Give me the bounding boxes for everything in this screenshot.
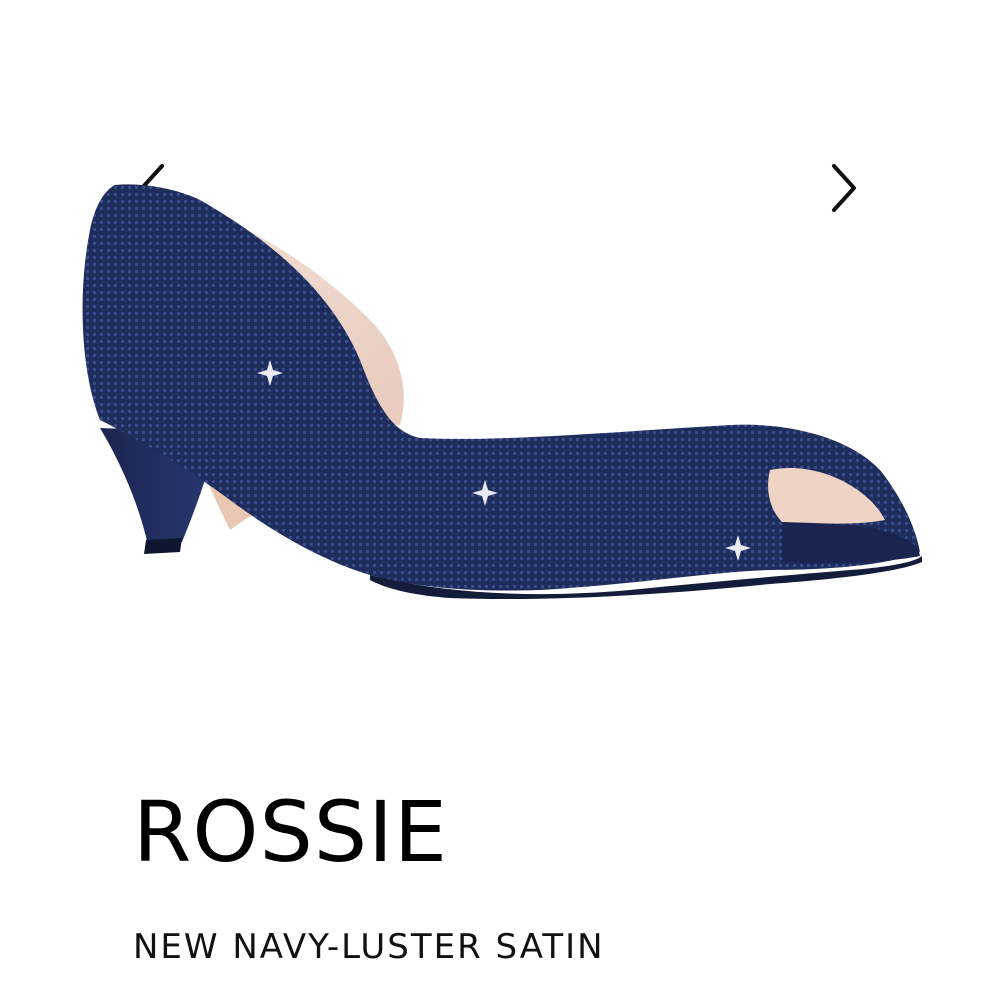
product-name: ROSSIE bbox=[133, 783, 448, 881]
product-color-label: NEW NAVY-LUSTER SATIN bbox=[133, 927, 605, 967]
product-page: ROSSIE NEW NAVY-LUSTER SATIN bbox=[0, 0, 1000, 1000]
product-image bbox=[82, 184, 922, 600]
product-image-gallery bbox=[0, 0, 1000, 720]
